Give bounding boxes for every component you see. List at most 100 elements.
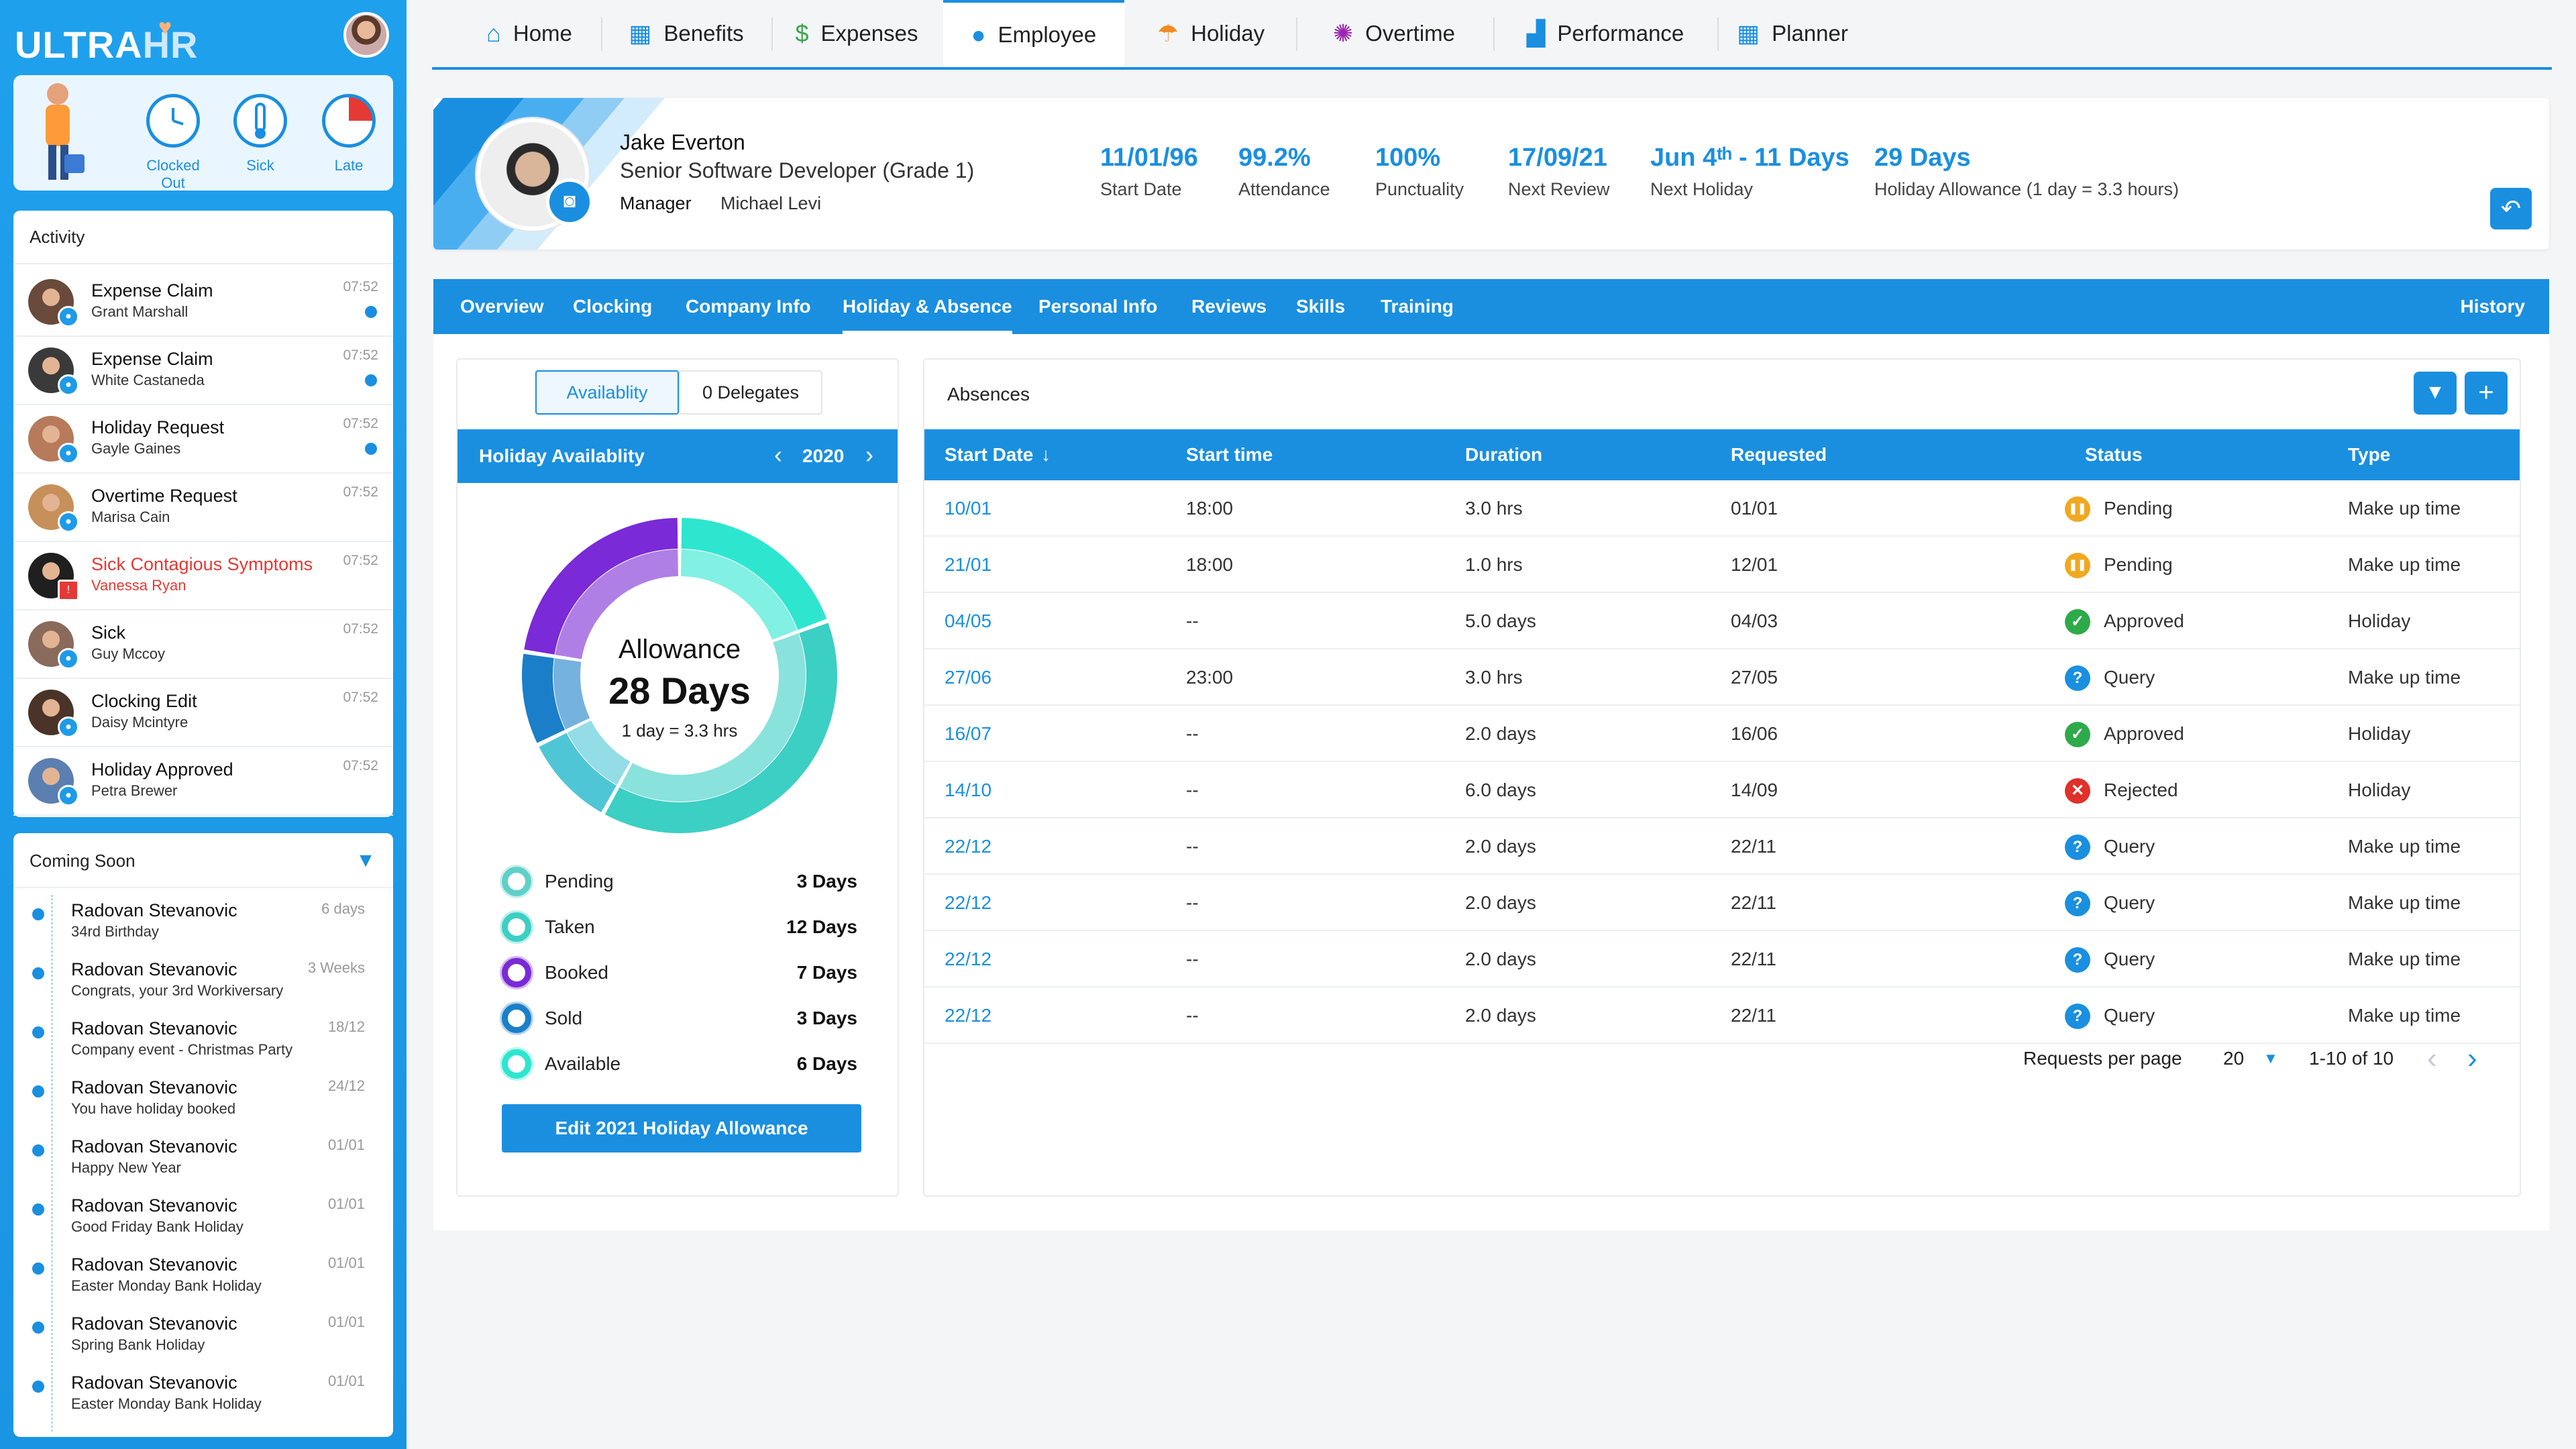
chevron-left-icon[interactable]: ‹ [774, 429, 782, 480]
coming-soon-item[interactable]: Radovan Stevanovic You have holiday booke… [13, 1073, 380, 1132]
nav-performance[interactable]: ▟ Performance [1495, 0, 1716, 67]
coming-soon-item[interactable]: Radovan Stevanovic 34rd Birthday 6 days [13, 896, 380, 955]
event-description: Easter Monday Bank Holiday [71, 1395, 262, 1412]
event-description: Good Friday Bank Holiday [71, 1218, 244, 1235]
absences-table-header: Start Date ↓ Start time Duration Requested St… [924, 429, 2520, 480]
subnav-personal-info[interactable]: Personal Info [1038, 279, 1157, 334]
start-date-link[interactable]: 14/10 [945, 762, 991, 818]
legend-item: Available 6 Days [502, 1046, 857, 1080]
activity-item[interactable]: ! Sick Contagious Symptoms Vanessa Ryan 07:… [13, 542, 393, 610]
filter-icon[interactable]: ▼ [2414, 372, 2457, 415]
activity-time: 07:52 [343, 484, 378, 500]
subnav-skills[interactable]: Skills [1296, 279, 1345, 334]
activity-title: Activity [30, 227, 85, 247]
start-date-link[interactable]: 21/01 [945, 537, 991, 593]
coming-soon-item[interactable]: Radovan Stevanovic Spring Bank Holiday 01/… [13, 1309, 380, 1368]
table-row[interactable]: 27/06 23:00 3.0 hrs 27/05? Query Make up time [924, 649, 2520, 706]
nav-overtime[interactable]: ✺ Overtime [1296, 0, 1492, 67]
start-date-link[interactable]: 16/07 [945, 706, 991, 762]
activity-item[interactable]: ● Sick Guy Mccoy 07:52 [13, 610, 393, 679]
legend-item: Sold 3 Days [502, 1001, 857, 1034]
absence-type: Make up time [2348, 836, 2461, 857]
nav-expenses[interactable]: $ Expenses [773, 0, 941, 67]
start-date-link[interactable]: 22/12 [945, 987, 991, 1044]
activity-item[interactable]: ● Holiday Approved Petra Brewer 07:52 [13, 747, 393, 816]
clocked-out-status[interactable]: Clocked Out [133, 94, 213, 192]
sort-arrow-icon[interactable]: ↓ [1041, 429, 1051, 480]
table-row[interactable]: 16/07 -- 2.0 days 16/06 ✓ Approved Holiday [924, 706, 2520, 762]
prev-page-icon[interactable]: ‹ [2427, 1037, 2437, 1080]
start-date-link[interactable]: 22/12 [945, 818, 991, 875]
duration: 2.0 days [1465, 949, 1536, 969]
edit-allowance-button[interactable]: Edit 2021 Holiday Allowance [502, 1104, 861, 1152]
nav-benefits[interactable]: ▦ Benefits [602, 0, 770, 67]
sick-status[interactable]: Sick [227, 94, 294, 174]
table-row[interactable]: 22/12 -- 2.0 days 22/11? Query Make up time [924, 818, 2520, 875]
coming-soon-item[interactable]: Radovan Stevanovic Easter Monday Bank Hol… [13, 1250, 380, 1309]
nav-holiday[interactable]: ☂ Holiday [1127, 0, 1295, 67]
table-row[interactable]: 22/12 -- 2.0 days 22/11? Query Make up time [924, 987, 2520, 1044]
table-row[interactable]: 21/01 18:00 1.0 hrs 12/01 ❚❚ Pending Make up t… [924, 537, 2520, 593]
start-date-link[interactable]: 27/06 [945, 649, 991, 706]
coming-soon-item[interactable]: Radovan Stevanovic Congrats, your 3rd Wor… [13, 955, 380, 1014]
nav-label: Benefits [663, 21, 744, 46]
start-date-link[interactable]: 10/01 [945, 480, 991, 537]
column-header-status[interactable]: Status [2085, 429, 2143, 480]
status-text: Query [2104, 1005, 2155, 1026]
column-header-start-time[interactable]: Start time [1186, 429, 1273, 480]
filter-icon[interactable]: ▼ [356, 849, 376, 872]
start-date-link[interactable]: 22/12 [945, 931, 991, 987]
subnav-clocking[interactable]: Clocking [573, 279, 652, 334]
camera-icon[interactable]: ◙ [546, 178, 593, 225]
employee-subnav: Overview Clocking Company Info Holiday & Ab… [433, 279, 2549, 334]
coming-soon-item[interactable]: Radovan Stevanovic Company event - Christ… [13, 1014, 380, 1073]
table-row[interactable]: 04/05 -- 5.0 days 04/03 ✓ Approved Holiday [924, 593, 2520, 649]
column-header-start-date[interactable]: Start Date [945, 429, 1033, 480]
chevron-down-icon[interactable]: ▼ [2263, 1037, 2278, 1080]
subnav-company-info[interactable]: Company Info [686, 279, 811, 334]
event-person: Radovan Stevanovic [71, 1195, 237, 1216]
add-absence-button[interactable]: + [2465, 372, 2508, 415]
per-page-select[interactable]: 20 [2223, 1037, 2244, 1080]
requested-date: 22/11 [1731, 892, 1776, 913]
gift-icon: ▦ [629, 19, 652, 47]
activity-item[interactable]: ● Expense Claim Grant Marshall 07:52 [13, 268, 393, 337]
table-row[interactable]: 22/12 -- 2.0 days 22/11? Query Make up time [924, 931, 2520, 987]
coming-soon-item[interactable]: Radovan Stevanovic Happy New Year 01/01 [13, 1132, 380, 1191]
subnav-holiday-absence[interactable]: Holiday & Absence [843, 279, 1012, 334]
column-header-duration[interactable]: Duration [1465, 429, 1542, 480]
column-header-type[interactable]: Type [2348, 429, 2390, 480]
table-row[interactable]: 14/10 -- 6.0 days 14/09 ✕ Rejected Holiday [924, 762, 2520, 818]
activity-item[interactable]: ● Holiday Request Gayle Gaines 07:52 [13, 405, 393, 474]
subnav-overview[interactable]: Overview [460, 279, 544, 334]
chevron-right-icon[interactable]: › [865, 429, 873, 480]
history-link[interactable]: History [2461, 279, 2525, 334]
activity-item[interactable]: ● Clocking Edit Daisy Mcintyre 07:52 [13, 679, 393, 747]
start-date-link[interactable]: 04/05 [945, 593, 991, 649]
activity-person: Vanessa Ryan [91, 577, 186, 594]
coming-soon-item[interactable]: Radovan Stevanovic Easter Monday Bank Hol… [13, 1368, 380, 1428]
undo-icon[interactable]: ↶ [2490, 188, 2532, 229]
tab-availability[interactable]: Availablity [535, 370, 679, 415]
nav-planner[interactable]: ▦ Planner [1719, 0, 1866, 67]
subnav-training[interactable]: Training [1381, 279, 1454, 334]
activity-item[interactable]: ● Expense Claim White Castaneda 07:52 [13, 337, 393, 405]
activity-item[interactable]: ● Overtime Request Marisa Cain 07:52 [13, 474, 393, 542]
subnav-reviews[interactable]: Reviews [1191, 279, 1267, 334]
status-query-icon: ? [2065, 891, 2090, 916]
nav-home[interactable]: ⌂ Home [459, 0, 600, 67]
next-page-icon[interactable]: › [2467, 1037, 2477, 1080]
nav-employee[interactable]: ● Employee [943, 0, 1124, 67]
column-header-requested[interactable]: Requested [1731, 429, 1827, 480]
start-date-link[interactable]: 22/12 [945, 875, 991, 931]
user-avatar[interactable] [343, 12, 389, 58]
profile-card: ◙ Jake Everton Senior Software Developer… [433, 98, 2549, 250]
profile-stat: 29 Days Holiday Allowance (1 day = 3.3 ho… [1874, 144, 2179, 200]
pagination: Requests per page 20 ▼ 1-10 of 10 ‹ › [924, 1037, 2520, 1080]
table-row[interactable]: 10/01 18:00 3.0 hrs 01/01 ❚❚ Pending Make up t… [924, 480, 2520, 537]
late-status[interactable]: Late [315, 94, 382, 174]
table-row[interactable]: 22/12 -- 2.0 days 22/11? Query Make up time [924, 875, 2520, 931]
start-time: -- [1186, 723, 1199, 744]
coming-soon-item[interactable]: Radovan Stevanovic Good Friday Bank Holid… [13, 1191, 380, 1250]
tab-delegates[interactable]: 0 Delegates [679, 370, 822, 415]
